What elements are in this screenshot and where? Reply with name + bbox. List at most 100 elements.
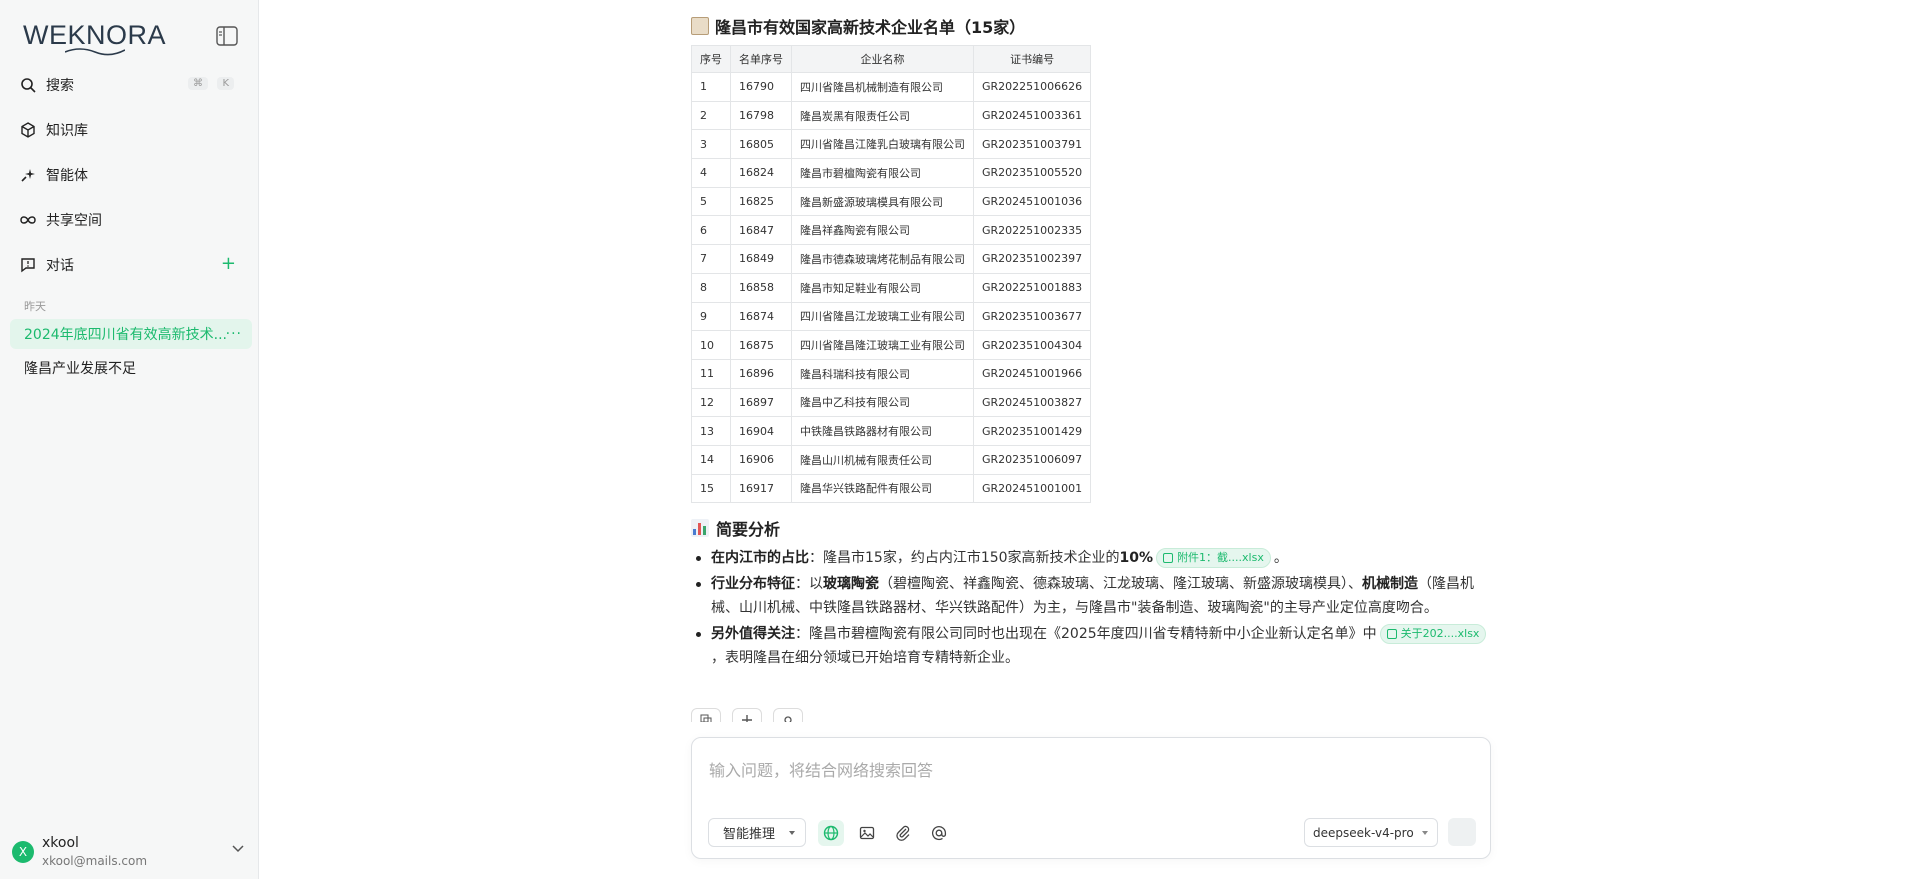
table-row: 10 16875 四川省隆昌隆江玻璃工业有限公司 GR202351004304: [691, 330, 1092, 360]
sidebar-item-chat[interactable]: 对话 +: [10, 247, 248, 283]
table-cell: 16897: [730, 387, 792, 418]
message-actions: [691, 708, 809, 722]
table-cell: 14: [691, 444, 731, 475]
analysis-list: 在内江市的占比：隆昌市15家，约占内江市150家高新技术企业的10% 附件1：截.…: [691, 546, 1491, 672]
chat-icon: [21, 258, 35, 273]
table-cell: 16824: [730, 158, 792, 188]
table-cell: GR202451001036: [972, 186, 1092, 217]
new-chat-button[interactable]: +: [221, 255, 236, 273]
more-options-icon[interactable]: ···: [226, 326, 242, 342]
image-icon: [859, 826, 875, 840]
attachment-label: 附件1：截....xlsx: [1177, 551, 1264, 564]
table-cell: GR202351001429: [972, 416, 1092, 446]
table-row: 6 16847 隆昌祥鑫陶瓷有限公司 GR202251002335: [691, 215, 1092, 246]
copy-button[interactable]: [691, 708, 721, 722]
image-upload-button[interactable]: [854, 820, 880, 846]
column-header: 名单序号: [730, 45, 792, 73]
analysis-heading: 简要分析: [691, 516, 780, 540]
attachment-label: 关于202....xlsx: [1400, 627, 1480, 640]
table-cell: 9: [691, 301, 731, 332]
copy-icon: [700, 714, 712, 722]
table-row: 13 16904 中铁隆昌铁路器材有限公司 GR202351001429: [691, 416, 1092, 446]
attach-file-button[interactable]: [890, 820, 916, 846]
sidebar-item-shared-space[interactable]: 共享空间: [10, 202, 248, 238]
ledger-icon: [691, 17, 709, 35]
chevron-down-icon[interactable]: [232, 845, 244, 853]
gear-icon: [784, 716, 792, 722]
table-cell: 1: [691, 72, 731, 102]
sidebar-item-search[interactable]: 搜索 ⌘ K: [10, 67, 248, 103]
sidebar-collapse-icon[interactable]: [216, 26, 238, 46]
paperclip-icon: [896, 825, 910, 841]
table-cell: 15: [691, 473, 731, 504]
table-cell: GR202451001966: [972, 358, 1092, 389]
bullet-emphasis: 机械制造: [1362, 576, 1418, 592]
table-row: 4 16824 隆昌市碧檀陶瓷有限公司 GR202351005520: [691, 158, 1092, 188]
plus-icon: [742, 715, 753, 722]
company-table: 序号 名单序号 企业名称 证书编号 1 16790 四川省隆昌机械制造有限公司 GR2…: [691, 45, 1092, 504]
add-button[interactable]: [732, 708, 763, 722]
conversation-item[interactable]: 隆昌产业发展不足: [10, 353, 252, 383]
table-cell: 3: [691, 129, 731, 160]
table-cell: 16917: [730, 473, 792, 504]
sidebar-item-label: 知识库: [46, 123, 88, 139]
sparkle-icon: [21, 169, 35, 182]
sidebar-item-label: 智能体: [46, 168, 88, 184]
table-cell: 16849: [730, 244, 792, 274]
shortcut-key: K: [217, 77, 234, 90]
table-cell: 6: [691, 215, 731, 246]
settings-button[interactable]: [773, 708, 804, 722]
table-cell: 隆昌炭黑有限责任公司: [791, 100, 974, 131]
table-cell: 12: [691, 387, 731, 418]
attachment-chip[interactable]: 附件1：截....xlsx: [1156, 548, 1271, 568]
reasoning-mode-label: 智能推理: [723, 827, 776, 842]
chat-input[interactable]: 输入问题，将结合网络搜索回答: [709, 757, 933, 781]
web-search-toggle[interactable]: [818, 820, 844, 846]
conversation-item-active[interactable]: 2024年底四川省有效高新技术... ···: [10, 319, 252, 349]
user-menu[interactable]: X xkool xkool@mails.com: [10, 831, 250, 871]
table-cell: 16896: [730, 358, 792, 389]
analysis-heading-text: 简要分析: [716, 520, 781, 539]
reasoning-mode-dropdown[interactable]: 智能推理: [708, 818, 806, 847]
table-cell: 隆昌山川机械有限责任公司: [791, 444, 974, 475]
caret-down-icon: [789, 831, 795, 835]
sidebar-item-agents[interactable]: 智能体: [10, 157, 248, 193]
bullet-label: 另外值得关注: [711, 626, 795, 642]
sidebar: WEKNORA 搜索 ⌘ K 知识库 智能体 共享空间 对话 + 昨天 2024…: [0, 0, 259, 879]
mention-button[interactable]: [926, 820, 952, 846]
model-select[interactable]: deepseek-v4-pro: [1304, 818, 1438, 847]
table-cell: GR202351003791: [972, 129, 1092, 160]
bullet-text: ：以: [795, 576, 823, 592]
table-cell: GR202451001001: [972, 473, 1092, 504]
section-heading-text: 隆昌市有效国家高新技术企业名单（15家）: [715, 18, 1026, 37]
table-cell: GR202351005520: [972, 158, 1092, 188]
table-row: 5 16825 隆昌新盛源玻璃模具有限公司 GR202451001036: [691, 186, 1092, 217]
table-cell: GR202351004304: [972, 330, 1092, 360]
table-cell: 16790: [730, 72, 792, 102]
search-icon: [21, 78, 36, 93]
table-row: 8 16858 隆昌市知足鞋业有限公司 GR202251001883: [691, 272, 1092, 303]
sidebar-item-knowledge-base[interactable]: 知识库: [10, 112, 248, 148]
table-row: 2 16798 隆昌炭黑有限责任公司 GR202451003361: [691, 100, 1092, 131]
section-label-yesterday: 昨天: [24, 300, 46, 313]
model-label: deepseek-v4-pro: [1313, 825, 1414, 840]
table-cell: GR202251002335: [972, 215, 1092, 246]
cube-icon: [21, 122, 35, 138]
table-cell: 隆昌新盛源玻璃模具有限公司: [791, 186, 974, 217]
table-cell: 四川省隆昌江龙玻璃工业有限公司: [791, 301, 974, 332]
table-cell: 四川省隆昌隆江玻璃工业有限公司: [791, 330, 974, 360]
bullet-percentage: 10%: [1119, 550, 1154, 566]
bullet-text: （碧檀陶瓷、祥鑫陶瓷、德森玻璃、江龙玻璃、隆江玻璃、新盛源玻璃模具）、: [879, 576, 1362, 592]
table-row: 3 16805 四川省隆昌江隆乳白玻璃有限公司 GR202351003791: [691, 129, 1092, 160]
bullet-label: 行业分布特征: [711, 576, 795, 592]
send-button[interactable]: [1448, 818, 1476, 846]
table-cell: 8: [691, 272, 731, 303]
table-row: 12 16897 隆昌中乙科技有限公司 GR202451003827: [691, 387, 1092, 418]
table-cell: 7: [691, 244, 731, 274]
at-sign-icon: [931, 825, 947, 841]
attachment-chip[interactable]: 关于202....xlsx: [1379, 624, 1487, 644]
sidebar-item-label: 对话: [46, 258, 74, 274]
file-cube-icon: [1163, 553, 1174, 563]
file-cube-icon: [1386, 629, 1397, 639]
table-cell: 隆昌市知足鞋业有限公司: [791, 272, 974, 303]
